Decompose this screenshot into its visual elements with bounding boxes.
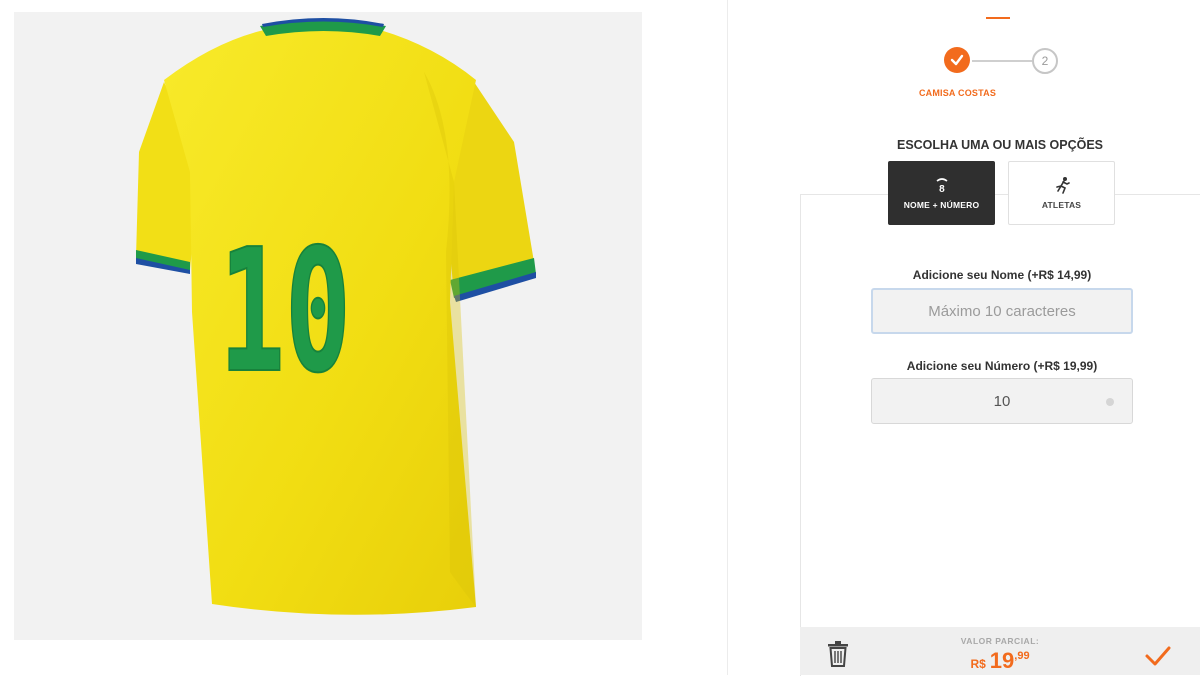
step-1-label: CAMISA COSTAS <box>918 88 997 98</box>
option-athletes-label: ATLETAS <box>1041 200 1082 210</box>
option-athletes[interactable]: ATLETAS <box>1008 161 1115 225</box>
confirm-check-icon[interactable] <box>1144 645 1172 667</box>
partial-price: R$ 19,99 <box>930 648 1070 674</box>
jersey-icon-glyph: 8 <box>939 184 945 194</box>
price-currency: R$ <box>970 657 986 671</box>
price-decimal: ,99 <box>1014 650 1030 662</box>
customization-card <box>800 194 1200 676</box>
name-input[interactable] <box>871 288 1133 334</box>
options-title: ESCOLHA UMA OU MAIS OPÇÕES <box>896 138 1104 152</box>
trash-icon[interactable] <box>826 640 850 668</box>
clear-number-icon[interactable] <box>1106 398 1114 406</box>
header-accent-line <box>986 17 1010 19</box>
stepper-connector <box>972 60 1032 62</box>
jersey-back-image: 10 <box>136 18 536 615</box>
step-2[interactable]: 2 <box>1032 48 1058 74</box>
number-input[interactable] <box>871 378 1133 424</box>
panel-divider <box>727 0 728 675</box>
jersey-icon: 8 <box>934 176 950 194</box>
check-icon <box>950 54 964 66</box>
jersey-number-text: 10 <box>219 213 351 411</box>
name-field-label: Adicione seu Nome (+R$ 14,99) <box>912 268 1092 282</box>
product-image: 10 <box>14 12 642 640</box>
runner-icon <box>1052 176 1072 194</box>
price-integer: 19 <box>989 648 1015 673</box>
partial-value-label: VALOR PARCIAL: <box>960 636 1040 646</box>
option-name-number[interactable]: 8 NOME + NÚMERO <box>888 161 995 225</box>
option-name-number-label: NOME + NÚMERO <box>903 200 980 210</box>
step-1-complete[interactable] <box>944 47 970 73</box>
stepper: 2 <box>944 47 1058 75</box>
number-field-label: Adicione seu Número (+R$ 19,99) <box>906 359 1098 373</box>
